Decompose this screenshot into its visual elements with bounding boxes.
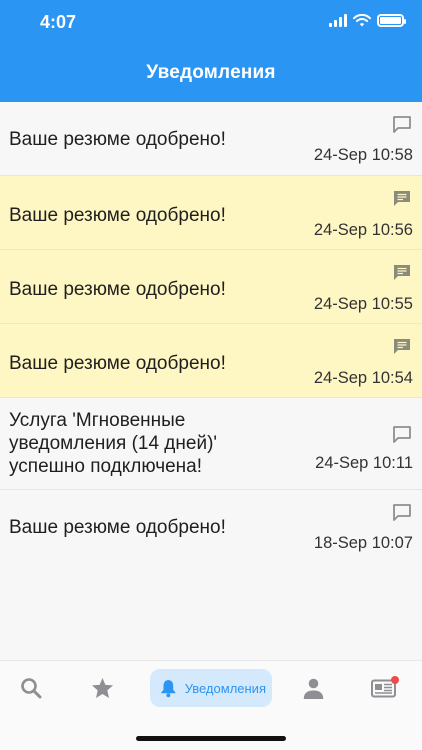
tab-news[interactable] <box>369 669 399 707</box>
tab-notifications[interactable]: Уведомления <box>150 669 272 707</box>
app-header: 4:07 Уведомления <box>0 0 422 102</box>
tab-search[interactable] <box>18 669 44 707</box>
notification-item[interactable]: Услуга 'Мгновенные уведомления (14 дней)… <box>0 398 422 490</box>
notification-item[interactable]: Ваше резюме одобрено! 18-Sep 10:07 <box>0 490 422 566</box>
tab-notifications-label: Уведомления <box>184 680 266 696</box>
message-filled-icon <box>394 339 410 354</box>
notification-list: Ваше резюме одобрено! 24-Sep 10:58 Ваше … <box>0 102 422 566</box>
home-indicator[interactable] <box>136 736 286 741</box>
notification-text: Ваше резюме одобрено! <box>9 279 226 300</box>
notification-item-unread[interactable]: Ваше резюме одобрено! 24-Sep 10:54 <box>0 324 422 398</box>
notification-text: Услуга 'Мгновенные уведомления (14 дней)… <box>9 409 217 478</box>
tab-favorites[interactable] <box>89 669 115 707</box>
wifi-icon <box>353 14 371 27</box>
tab-profile[interactable] <box>301 669 325 707</box>
notification-item-unread[interactable]: Ваше резюме одобрено! 24-Sep 10:55 <box>0 250 422 324</box>
notification-time: 24-Sep 10:58 <box>313 146 413 164</box>
person-icon <box>303 678 323 699</box>
notification-text-line: успешно подключена! <box>9 456 202 477</box>
news-badge <box>390 675 399 684</box>
news-icon-wrap <box>370 675 399 698</box>
status-time: 4:07 <box>40 12 77 32</box>
message-outline-icon <box>393 116 411 133</box>
status-icons <box>329 14 406 27</box>
search-icon <box>21 678 42 699</box>
signal-icon <box>329 14 347 27</box>
message-filled-icon <box>394 265 410 280</box>
notification-text-line: уведомления (14 дней)' <box>9 433 218 454</box>
notification-time: 24-Sep 10:54 <box>313 369 413 387</box>
message-filled-icon <box>394 191 410 206</box>
notification-text-line: Услуга 'Мгновенные <box>9 410 186 431</box>
bell-icon <box>161 680 176 698</box>
notification-text: Ваше резюме одобрено! <box>9 205 226 226</box>
notification-text: Ваше резюме одобрено! <box>9 517 226 538</box>
message-outline-icon <box>393 504 411 521</box>
notification-time: 18-Sep 10:07 <box>313 534 413 552</box>
notification-text: Ваше резюме одобрено! <box>9 129 226 150</box>
notification-time: 24-Sep 10:11 <box>315 454 413 472</box>
notification-time: 24-Sep 10:56 <box>313 221 413 239</box>
page-title: Уведомления <box>146 62 276 83</box>
battery-icon <box>377 14 406 27</box>
message-outline-icon <box>393 426 411 443</box>
notification-item[interactable]: Ваше резюме одобрено! 24-Sep 10:58 <box>0 102 422 176</box>
star-icon <box>91 677 113 699</box>
status-bar: 4:07 <box>0 0 422 46</box>
notification-text: Ваше резюме одобрено! <box>9 353 226 374</box>
notification-item-unread[interactable]: Ваше резюме одобрено! 24-Sep 10:56 <box>0 176 422 250</box>
notification-time: 24-Sep 10:55 <box>313 295 413 313</box>
